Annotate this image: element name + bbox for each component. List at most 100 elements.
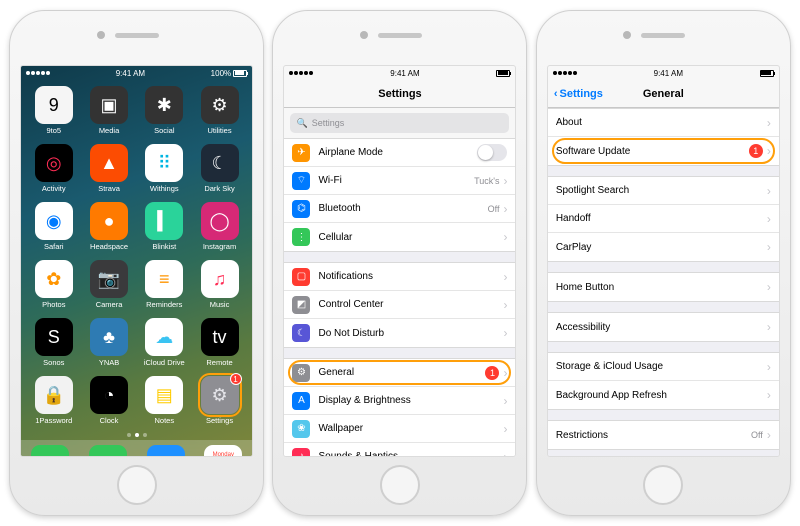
app-utilities[interactable]: ⚙Utilities — [193, 86, 246, 140]
app-icon: ✱ — [145, 86, 183, 124]
row-control-center[interactable]: ◩Control Center› — [284, 291, 515, 319]
row-label: Airplane Mode — [318, 147, 477, 158]
toggle[interactable] — [477, 144, 507, 161]
app-blinkist[interactable]: ▍Blinkist — [138, 202, 191, 256]
app-label: iCloud Drive — [144, 358, 185, 367]
row-label: Software Update — [556, 146, 749, 157]
row-icon: ♪ — [292, 448, 310, 457]
app-safari[interactable]: ◉Safari — [27, 202, 80, 256]
app-icon: 9 — [35, 86, 73, 124]
row-airplane-mode[interactable]: ✈Airplane Mode — [284, 139, 515, 167]
row-carplay[interactable]: CarPlay› — [548, 233, 779, 261]
app-grid: 99to5▣Media✱Social⚙Utilities ◎Activity▲St… — [21, 80, 252, 430]
app-remote[interactable]: tvRemote — [193, 318, 246, 372]
app-headspace[interactable]: ●Headspace — [82, 202, 135, 256]
row-accessibility[interactable]: Accessibility› — [548, 313, 779, 341]
phone-speaker — [115, 33, 159, 38]
phone-camera-dot — [623, 31, 631, 39]
row-restrictions[interactable]: RestrictionsOff› — [548, 421, 779, 449]
app-label: Music — [210, 300, 230, 309]
row-wallpaper[interactable]: ❀Wallpaper› — [284, 415, 515, 443]
chevron-right-icon: › — [503, 202, 507, 216]
app-icon: ▣ — [90, 86, 128, 124]
app-sonos[interactable]: SSonos — [27, 318, 80, 372]
phone-camera-dot — [97, 31, 105, 39]
app-label: Clock — [100, 416, 119, 425]
chevron-right-icon: › — [503, 174, 507, 188]
notification-badge: 1 — [230, 373, 242, 385]
dock-app-messages[interactable]: ✉Messages — [89, 445, 127, 457]
home-button[interactable] — [117, 465, 157, 505]
app-9to5[interactable]: 99to5 — [27, 86, 80, 140]
phone-camera-dot — [360, 31, 368, 39]
app-label: Instagram — [203, 242, 236, 251]
navbar-title: General — [643, 88, 684, 100]
row-do-not-disturb[interactable]: ☾Do Not Disturb› — [284, 319, 515, 347]
home-button[interactable] — [380, 465, 420, 505]
chevron-left-icon: ‹ — [554, 88, 558, 100]
home-button[interactable] — [643, 465, 683, 505]
notification-badge: 1 — [485, 366, 499, 380]
app-label: Strava — [98, 184, 120, 193]
search-placeholder: Settings — [312, 118, 345, 128]
row-label: Sounds & Haptics — [318, 451, 503, 456]
phone-speaker — [378, 33, 422, 38]
app-icloud-drive[interactable]: ☁iCloud Drive — [138, 318, 191, 372]
row-handoff[interactable]: Handoff› — [548, 205, 779, 233]
app-label: Safari — [44, 242, 64, 251]
row-spotlight-search[interactable]: Spotlight Search› — [548, 177, 779, 205]
chevron-right-icon: › — [767, 320, 771, 334]
settings-list[interactable]: ✈Airplane Mode⌔Wi-FiTuck's›⌬BluetoothOff… — [284, 138, 515, 456]
app-strava[interactable]: ▲Strava — [82, 144, 135, 198]
app-music[interactable]: ♫Music — [193, 260, 246, 314]
row-software-update[interactable]: Software Update1› — [548, 137, 779, 165]
app-ynab[interactable]: ♣YNAB — [82, 318, 135, 372]
app-notes[interactable]: ▤Notes — [138, 376, 191, 430]
app-camera[interactable]: 📷Camera — [82, 260, 135, 314]
status-bar: 9:41 AM — [548, 66, 779, 80]
back-button[interactable]: ‹ Settings — [554, 88, 603, 100]
row-cellular[interactable]: ⋮Cellular› — [284, 223, 515, 251]
row-sounds-haptics[interactable]: ♪Sounds & Haptics› — [284, 443, 515, 456]
chevron-right-icon: › — [767, 360, 771, 374]
row-storage-icloud-usage[interactable]: Storage & iCloud Usage› — [548, 353, 779, 381]
row-wi-fi[interactable]: ⌔Wi-FiTuck's› — [284, 167, 515, 195]
row-label: Handoff — [556, 213, 767, 224]
app-1password[interactable]: 🔒1Password — [27, 376, 80, 430]
app-activity[interactable]: ◎Activity — [27, 144, 80, 198]
app-icon: ♣ — [90, 318, 128, 356]
dock-app-mail[interactable]: ✉Mail — [147, 445, 185, 457]
chevron-right-icon: › — [767, 388, 771, 402]
dock-app-calendar[interactable]: Monday27Calendar — [204, 445, 242, 457]
row-bluetooth[interactable]: ⌬BluetoothOff› — [284, 195, 515, 223]
row-label: Accessibility — [556, 322, 767, 333]
app-label: Sonos — [43, 358, 64, 367]
row-background-app-refresh[interactable]: Background App Refresh› — [548, 381, 779, 409]
app-photos[interactable]: ✿Photos — [27, 260, 80, 314]
app-withings[interactable]: ⠿Withings — [138, 144, 191, 198]
navbar: ‹ Settings General — [548, 80, 779, 108]
chevron-right-icon: › — [767, 428, 771, 442]
dock-app-phone[interactable]: ✆Phone — [31, 445, 69, 457]
row-notifications[interactable]: ▢Notifications› — [284, 263, 515, 291]
app-reminders[interactable]: ≡Reminders — [138, 260, 191, 314]
row-home-button[interactable]: Home Button› — [548, 273, 779, 301]
row-display-brightness[interactable]: ADisplay & Brightness› — [284, 387, 515, 415]
general-list[interactable]: About›Software Update1› Spotlight Search›… — [548, 108, 779, 456]
app-dark-sky[interactable]: ☾Dark Sky — [193, 144, 246, 198]
app-settings[interactable]: ⚙1Settings — [193, 376, 246, 430]
chevron-right-icon: › — [503, 366, 507, 380]
app-label: Activity — [42, 184, 66, 193]
app-social[interactable]: ✱Social — [138, 86, 191, 140]
app-icon: ▍ — [145, 202, 183, 240]
app-media[interactable]: ▣Media — [82, 86, 135, 140]
iphone-general: 9:41 AM ‹ Settings General About›Softwar… — [536, 10, 791, 516]
page-dots[interactable] — [21, 430, 252, 440]
app-instagram[interactable]: ◯Instagram — [193, 202, 246, 256]
app-clock[interactable]: ◔Clock — [82, 376, 135, 430]
signal-indicator — [26, 71, 50, 75]
row-general[interactable]: ⚙General1› — [284, 359, 515, 387]
row-about[interactable]: About› — [548, 109, 779, 137]
signal-indicator — [553, 71, 577, 75]
settings-search[interactable]: 🔍 Settings — [290, 113, 509, 133]
